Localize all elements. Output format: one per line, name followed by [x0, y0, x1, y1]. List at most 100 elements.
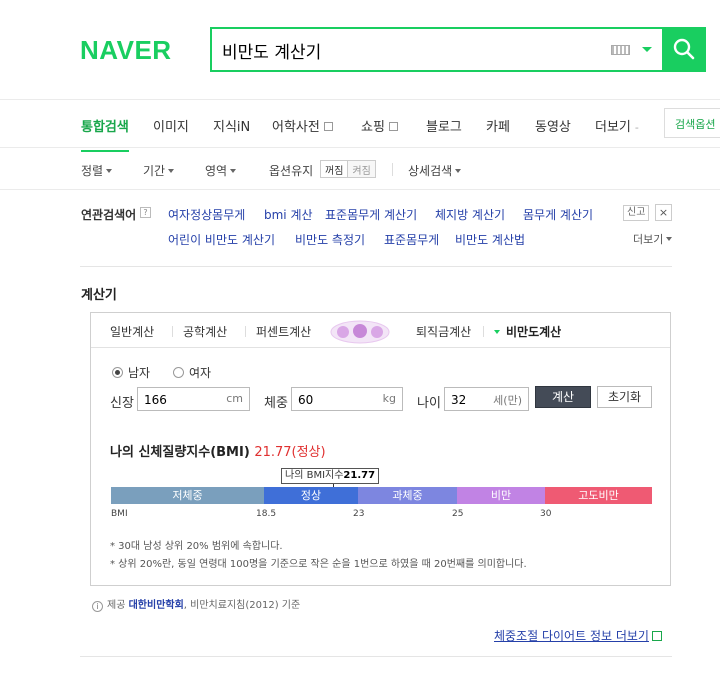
weight-input[interactable] [298, 391, 368, 409]
caret-down-icon [230, 169, 237, 173]
segment-severe-obese: 고도비만 [545, 487, 652, 504]
scale-tick: 18.5 [256, 509, 277, 519]
tab-integrated[interactable]: 통합검색 [81, 116, 129, 152]
filter-period-label: 기간 [143, 164, 166, 178]
related-more-label: 더보기 [633, 233, 664, 246]
related-item[interactable]: 어린이 비만도 계산기 [168, 231, 275, 248]
calc-tab-general[interactable]: 일반계산 [110, 323, 154, 340]
weight-field[interactable]: kg [291, 387, 403, 411]
filter-area-label: 영역 [205, 164, 228, 178]
report-button[interactable]: 신고 [623, 205, 650, 221]
related-item[interactable]: 몸무게 계산기 [523, 206, 593, 223]
header: NAVER [0, 0, 720, 100]
bmi-result-value: 21.77(정상) [254, 445, 326, 460]
filter-area[interactable]: 영역 [205, 162, 237, 179]
new-window-icon [651, 631, 662, 641]
divider [80, 656, 672, 657]
related-label: 연관검색어 [81, 208, 137, 222]
toggle-off[interactable]: 꺼짐 [321, 161, 349, 177]
bmi-result-label: 나의 신체질량지수(BMI) [110, 445, 250, 460]
tab-cafe[interactable]: 카페 [486, 116, 510, 135]
calc-tab-bmi[interactable]: 비만도계산 [494, 323, 561, 340]
section-title: 계산기 [81, 288, 117, 303]
related-item[interactable]: 비만도 계산법 [455, 231, 525, 248]
source-suffix: , 비만치료지침(2012) 기준 [183, 600, 301, 611]
naver-logo[interactable]: NAVER [80, 35, 172, 66]
chevron-down-icon[interactable] [642, 47, 652, 52]
note: * 30대 남성 상위 20% 범위에 속합니다. [110, 541, 283, 552]
keep-option-toggle: 꺼짐 켜짐 [320, 160, 376, 178]
radio-dot [173, 367, 184, 378]
search-button[interactable] [662, 27, 706, 72]
height-field[interactable]: cm [137, 387, 250, 411]
related-item[interactable]: 표준몸무게 [384, 231, 439, 248]
bmi-scale-bar: 저체중 정상 과체중 비만 고도비만 [111, 487, 652, 504]
reset-button[interactable]: 초기화 [597, 386, 652, 408]
tab-blog[interactable]: 블로그 [426, 116, 462, 135]
tab-shopping[interactable]: 쇼핑 [361, 116, 398, 135]
tab-more[interactable]: 더보기 - [595, 116, 639, 135]
search-option-button[interactable]: 검색옵션 [664, 108, 720, 138]
close-icon[interactable]: × [655, 204, 672, 221]
related-item[interactable]: 비만도 측정기 [295, 231, 365, 248]
related-more[interactable]: 더보기 [633, 231, 673, 247]
tab-kin[interactable]: 지식iN [213, 116, 250, 135]
divider [80, 266, 672, 267]
note: * 상위 20%란, 동일 연령대 100명을 기준으로 작은 순을 1번으로 … [110, 559, 527, 570]
related-item[interactable]: 표준몸무게 계산기 [325, 206, 417, 223]
scale-tick: 23 [353, 509, 365, 519]
related-item[interactable]: 여자정상몸무게 [168, 206, 245, 223]
age-label: 나이 [417, 396, 441, 411]
calc-tab-percent[interactable]: 퍼센트계산 [256, 323, 311, 340]
calc-tab-severance[interactable]: 퇴직금계산 [416, 323, 471, 340]
age-unit: 세(만) [493, 394, 522, 407]
age-field[interactable]: 세(만) [444, 387, 529, 411]
dash-icon: - [634, 121, 639, 134]
related-item[interactable]: 체지방 계산기 [435, 206, 505, 223]
filter-period[interactable]: 기간 [143, 162, 175, 179]
weight-label: 체중 [264, 396, 288, 411]
search-input[interactable] [222, 37, 602, 63]
tab-more-label: 더보기 [595, 120, 631, 135]
age-input[interactable] [451, 391, 491, 409]
related-item[interactable]: bmi 계산 [264, 206, 313, 223]
caret-down-icon [106, 169, 113, 173]
radio-female-label: 여자 [189, 366, 212, 380]
source-info: i 제공 대한비만학회, 비만치료지침(2012) 기준 [92, 596, 300, 612]
keyboard-icon[interactable] [611, 45, 630, 55]
toggle-on[interactable]: 켜짐 [348, 161, 375, 177]
radio-dot [112, 367, 123, 378]
info-icon: i [92, 601, 103, 612]
scale-tick: 30 [540, 509, 552, 519]
tab-image[interactable]: 이미지 [153, 116, 189, 135]
calc-tab-engineering[interactable]: 공학계산 [183, 323, 227, 340]
filter-sort[interactable]: 정렬 [81, 162, 113, 179]
radio-male[interactable]: 남자 [112, 364, 150, 381]
scale-tick: BMI [111, 509, 128, 519]
search-icon [673, 38, 695, 60]
calculate-button[interactable]: 계산 [535, 386, 591, 408]
segment-normal: 정상 [264, 487, 358, 504]
tab-shopping-label: 쇼핑 [361, 120, 385, 135]
calculator-tabs: 일반계산 공학계산 퍼센트계산 퇴직금계산 비만도계산 [91, 313, 670, 348]
tab-video[interactable]: 동영상 [535, 116, 571, 135]
diet-info-link[interactable]: 체중조절 다이어트 정보 더보기 [494, 627, 662, 644]
filter-sort-label: 정렬 [81, 164, 104, 178]
bmi-result: 나의 신체질량지수(BMI) 21.77(정상) [110, 441, 326, 460]
source-org-link[interactable]: 대한비만학회 [129, 600, 184, 611]
caret-down-icon [455, 169, 462, 173]
diet-info-label: 체중조절 다이어트 정보 더보기 [494, 629, 649, 643]
help-icon[interactable]: ? [140, 207, 151, 218]
search-box[interactable] [210, 27, 662, 72]
height-input[interactable] [144, 391, 214, 409]
mascot-sticker-icon [330, 320, 390, 344]
filter-detail[interactable]: 상세검색 [408, 162, 462, 179]
bmi-calculator: 일반계산 공학계산 퍼센트계산 퇴직금계산 비만도계산 남자 여자 신장 cm … [90, 312, 671, 586]
bmi-marker-label: 나의 BMI지수21.77 [281, 468, 380, 484]
tab-dictionary-label: 어학사전 [272, 120, 320, 135]
radio-female[interactable]: 여자 [173, 364, 211, 381]
external-icon [388, 122, 398, 131]
external-icon [323, 122, 333, 131]
tab-dictionary[interactable]: 어학사전 [272, 116, 333, 135]
radio-male-label: 남자 [128, 366, 151, 380]
